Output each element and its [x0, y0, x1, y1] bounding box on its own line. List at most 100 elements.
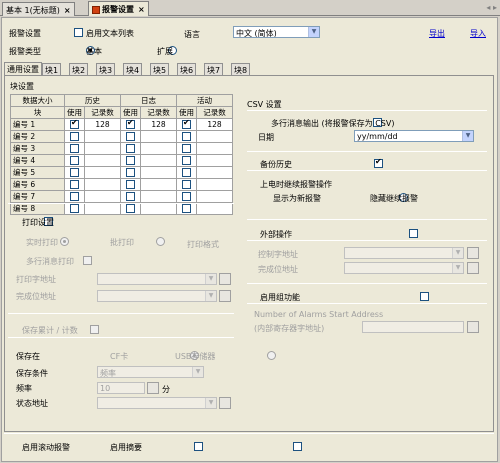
frequency-stepper[interactable]: 10 — [97, 382, 145, 394]
language-label: 语言 — [184, 30, 200, 39]
tab-block-7[interactable]: 块7 — [204, 63, 224, 75]
history-use-checkbox[interactable] — [70, 118, 79, 130]
use-text-list-checkbox[interactable] — [74, 28, 83, 37]
tab-base-1[interactable]: 基本 1(无标题) × — [2, 2, 75, 16]
address-picker-button[interactable] — [467, 247, 479, 259]
log-use-checkbox[interactable] — [126, 144, 135, 154]
address-picker-button[interactable] — [467, 262, 479, 274]
language-select[interactable]: 中文 (简体) ▼ — [233, 26, 320, 38]
log-use-checkbox[interactable] — [126, 192, 135, 202]
log-use-checkbox[interactable] — [126, 132, 135, 142]
history-records-cell[interactable] — [84, 190, 121, 203]
log-use-checkbox[interactable] — [126, 156, 135, 166]
history-use-checkbox[interactable] — [70, 132, 79, 142]
active-use-checkbox[interactable] — [182, 144, 191, 154]
scroll-alarm-checkbox[interactable] — [193, 442, 203, 451]
tab-block-5[interactable]: 块5 — [150, 63, 170, 75]
active-records-cell[interactable] — [196, 154, 233, 167]
tab-block-3[interactable]: 块3 — [96, 63, 116, 75]
block-settings-title: 块设置 — [10, 82, 34, 91]
tab-block-1[interactable]: 块1 — [42, 63, 62, 75]
log-records-cell[interactable]: 128 — [140, 118, 177, 131]
active-use-checkbox[interactable] — [182, 156, 191, 166]
external-operation-checkbox[interactable] — [408, 229, 418, 238]
history-use-checkbox[interactable] — [70, 204, 79, 214]
active-use-cell — [176, 178, 197, 191]
history-use-checkbox[interactable] — [70, 192, 79, 202]
log-records-cell[interactable] — [140, 154, 177, 167]
active-use-checkbox[interactable] — [182, 168, 191, 178]
active-records-cell[interactable] — [196, 142, 233, 155]
history-records-cell[interactable] — [84, 130, 121, 143]
log-use-checkbox[interactable] — [126, 168, 135, 178]
tab-alarm-settings[interactable]: 报警设置 × — [88, 1, 149, 16]
log-records-cell[interactable] — [140, 130, 177, 143]
tab-general[interactable]: 通用设置 — [4, 62, 42, 75]
export-link[interactable]: 导出 — [429, 28, 445, 39]
close-icon[interactable]: × — [64, 6, 71, 15]
control-addr-select[interactable]: ▼ — [344, 247, 464, 259]
active-use-checkbox[interactable] — [182, 180, 191, 190]
date-format-value: yy/mm/dd — [357, 132, 398, 141]
alarm-count-addr-select[interactable] — [362, 321, 464, 333]
history-records-cell[interactable] — [84, 202, 121, 215]
address-picker-button[interactable] — [219, 273, 231, 285]
history-records-cell[interactable] — [84, 178, 121, 191]
col-use: 使用 — [64, 106, 85, 119]
backup-history-checkbox[interactable] — [374, 157, 384, 168]
history-use-checkbox[interactable] — [70, 168, 79, 178]
tab-block-6[interactable]: 块6 — [177, 63, 197, 75]
active-records-cell[interactable] — [196, 178, 233, 191]
date-format-select[interactable]: yy/mm/dd ▼ — [354, 130, 474, 142]
close-icon[interactable]: × — [138, 5, 145, 14]
batch-print-radio[interactable] — [155, 237, 165, 246]
history-use-checkbox[interactable] — [70, 156, 79, 166]
log-records-cell[interactable] — [140, 202, 177, 215]
history-use-checkbox[interactable] — [70, 144, 79, 154]
prev-icon[interactable]: ◂ — [486, 3, 490, 12]
log-use-checkbox[interactable] — [126, 180, 135, 190]
multiline-print-checkbox[interactable] — [83, 256, 93, 265]
active-use-checkbox[interactable] — [182, 204, 191, 214]
address-picker-button[interactable] — [467, 321, 479, 333]
summary-checkbox[interactable] — [293, 442, 303, 451]
tab-block-2[interactable]: 块2 — [69, 63, 89, 75]
history-records-cell[interactable] — [84, 154, 121, 167]
history-records-cell[interactable]: 128 — [84, 118, 121, 131]
active-records-cell[interactable] — [196, 166, 233, 179]
log-records-cell[interactable] — [140, 190, 177, 203]
log-use-checkbox[interactable] — [126, 204, 135, 214]
active-records-cell[interactable] — [196, 130, 233, 143]
log-records-cell[interactable] — [140, 178, 177, 191]
history-records-cell[interactable] — [84, 142, 121, 155]
save-condition-select[interactable]: 频率 ▼ — [97, 366, 204, 378]
address-picker-button[interactable] — [219, 397, 231, 409]
usb-radio[interactable] — [266, 351, 276, 360]
tab-block-8[interactable]: 块8 — [231, 63, 251, 75]
log-records-cell[interactable] — [140, 166, 177, 179]
active-use-checkbox[interactable] — [182, 132, 191, 142]
log-use-cell — [120, 130, 141, 143]
done-addr-select[interactable]: ▼ — [97, 290, 217, 302]
address-picker-button[interactable] — [219, 290, 231, 302]
active-use-checkbox[interactable] — [182, 192, 191, 202]
history-use-checkbox[interactable] — [70, 180, 79, 190]
active-records-cell[interactable] — [196, 190, 233, 203]
active-records-cell[interactable]: 128 — [196, 118, 233, 131]
batch-print-label: 批打印 — [110, 238, 134, 247]
status-addr-select[interactable]: ▼ — [97, 397, 217, 409]
tab-block-4[interactable]: 块4 — [123, 63, 143, 75]
minutes-label: 分 — [162, 385, 170, 394]
print-addr-select[interactable]: ▼ — [97, 273, 217, 285]
external-done-addr-select[interactable]: ▼ — [344, 262, 464, 274]
log-use-checkbox[interactable] — [126, 118, 135, 130]
active-records-cell[interactable] — [196, 202, 233, 215]
history-records-cell[interactable] — [84, 166, 121, 179]
import-link[interactable]: 导入 — [470, 28, 486, 39]
save-cumulative-checkbox[interactable] — [89, 325, 99, 334]
group-function-checkbox[interactable] — [420, 292, 430, 301]
next-icon[interactable]: ▸ — [493, 3, 497, 12]
active-use-checkbox[interactable] — [182, 118, 191, 130]
keypad-button[interactable] — [147, 382, 159, 394]
log-records-cell[interactable] — [140, 142, 177, 155]
